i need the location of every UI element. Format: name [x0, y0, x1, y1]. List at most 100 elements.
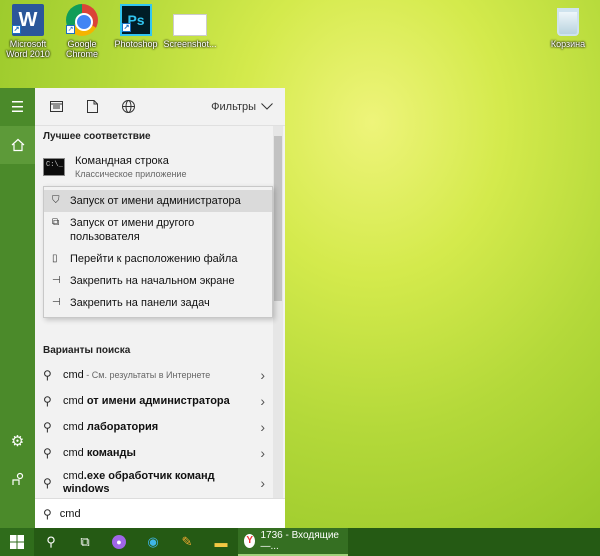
feedback-icon — [11, 472, 23, 485]
desktop-icon-screenshot[interactable]: Screenshot... — [162, 4, 218, 49]
search-icon: ⚲ — [43, 368, 52, 382]
web-filter-button[interactable] — [115, 94, 141, 120]
suggestion-item[interactable]: ⚲ cmd - См. результаты в Интернете › — [35, 362, 273, 388]
taskbar-app-label: 1736 - Входящие —... — [260, 530, 339, 552]
context-item-label: Закрепить на панели задач — [70, 297, 210, 309]
search-icon: ⚲ — [43, 446, 52, 460]
task-view-button[interactable]: ⧉ — [68, 528, 102, 556]
search-toolbar: Фильтры — [35, 88, 285, 126]
search-input[interactable] — [59, 507, 260, 520]
feedback-button[interactable] — [0, 460, 35, 498]
taskbar-app-globe[interactable]: ◉ — [136, 528, 170, 556]
taskbar: ⚲ ⧉ ● ◉ ✎ ▬ Y 1736 - Входящие —... — [0, 528, 600, 556]
taskbar-app-yandex[interactable]: Y 1736 - Входящие —... — [238, 528, 348, 556]
pin-icon: ⊣ — [52, 297, 61, 308]
filters-dropdown[interactable]: Фильтры — [211, 101, 273, 113]
search-icon: ⚲ — [43, 394, 52, 408]
context-run-as-other-user[interactable]: ⧉ Запуск от имени другого пользователя — [44, 212, 272, 248]
pin-icon: ⊣ — [52, 275, 61, 286]
taskbar-app-explorer[interactable]: ▬ — [204, 528, 238, 556]
windows-logo-icon — [10, 535, 24, 549]
desktop-icon-label: Корзина — [550, 39, 586, 49]
gear-icon: ⚙ — [10, 433, 25, 450]
recycle-bin-icon — [557, 8, 579, 36]
shortcut-arrow-icon: ↗ — [12, 25, 21, 34]
search-panel: Фильтры Лучшее соответствие C:\_ Командн… — [35, 88, 285, 528]
browser-icon: ◉ — [147, 534, 159, 549]
desktop-icon-chrome[interactable]: ↗ Google Chrome — [54, 4, 110, 59]
desktop-icon-recycle-bin[interactable]: Корзина — [540, 4, 596, 49]
search-suggestions-heading: Варианты поиска — [43, 345, 131, 356]
globe-icon — [121, 100, 135, 113]
scrollbar[interactable] — [273, 126, 283, 498]
search-icon: ⚲ — [46, 534, 56, 549]
shortcut-arrow-icon: ↗ — [122, 23, 131, 32]
context-item-label: Закрепить на начальном экране — [70, 275, 235, 287]
hamburger-icon: ☰ — [10, 99, 25, 116]
scrollbar-thumb[interactable] — [274, 136, 282, 301]
suggestion-prefix: cmd — [63, 470, 84, 482]
context-item-label: Перейти к расположению файла — [70, 253, 238, 265]
suggestion-item[interactable]: ⚲ cmd лаборатория › — [35, 414, 273, 440]
folder-icon: ▯ — [52, 253, 58, 264]
settings-button[interactable]: ⚙ — [0, 422, 35, 460]
filters-label: Фильтры — [211, 100, 256, 113]
start-button[interactable] — [0, 528, 34, 556]
shortcut-arrow-icon: ↗ — [66, 25, 75, 34]
microphone-icon: ● — [112, 535, 126, 549]
context-run-as-admin[interactable]: ⛉ Запуск от имени администратора — [44, 190, 272, 212]
search-suggestions-list: ⚲ cmd - См. результаты в Интернете › ⚲ c… — [35, 362, 273, 500]
taskbar-search-button[interactable]: ⚲ — [34, 528, 68, 556]
home-button[interactable] — [0, 126, 35, 164]
chevron-right-icon: › — [260, 393, 265, 409]
suggestion-rest: .exe обработчик команд windows — [63, 470, 215, 495]
chevron-right-icon: › — [260, 475, 265, 491]
suggestion-hint: - См. результаты в Интернете — [83, 369, 211, 380]
folder-icon: ▬ — [214, 534, 228, 550]
desktop-icon-photoshop[interactable]: Ps ↗ Photoshop — [108, 4, 164, 49]
search-icon: ⚲ — [43, 506, 52, 521]
rail-bottom-group: ⚙ — [0, 422, 35, 498]
shield-icon: ⛉ — [52, 195, 60, 206]
image-file-icon — [173, 14, 207, 36]
desktop-icon-word[interactable]: W ↗ Microsoft Word 2010 — [0, 4, 56, 59]
suggestion-prefix: cmd — [63, 446, 84, 459]
suggestion-rest: лаборатория — [83, 420, 159, 433]
best-match-subtitle: Классическое приложение — [75, 169, 187, 179]
suggestion-item[interactable]: ⚲ cmd.exe обработчик команд windows › — [35, 466, 273, 500]
context-pin-to-taskbar[interactable]: ⊣ Закрепить на панели задач — [44, 292, 272, 314]
chevron-right-icon: › — [260, 445, 265, 461]
apps-filter-button[interactable] — [43, 94, 69, 120]
start-rail: ☰ ⚙ — [0, 88, 35, 528]
best-match-name: Командная строка — [75, 155, 169, 167]
window-icon — [49, 101, 63, 112]
word-icon: W ↗ — [12, 4, 44, 36]
suggestion-rest: команды — [83, 446, 136, 459]
best-match-heading: Лучшее соответствие — [43, 131, 151, 142]
chevron-down-icon — [261, 103, 273, 110]
context-pin-to-start[interactable]: ⊣ Закрепить на начальном экране — [44, 270, 272, 292]
desktop-icon-label: Google Chrome — [65, 39, 98, 59]
chrome-icon: ↗ — [66, 4, 98, 36]
home-icon — [11, 138, 24, 152]
context-open-file-location[interactable]: ▯ Перейти к расположению файла — [44, 248, 272, 270]
documents-filter-button[interactable] — [79, 94, 105, 120]
suggestion-prefix: cmd — [63, 420, 84, 433]
search-icon: ⚲ — [43, 420, 52, 434]
desktop-icon-label: Microsoft Word 2010 — [6, 39, 50, 59]
search-box[interactable]: ⚲ — [35, 498, 285, 528]
hamburger-menu-button[interactable]: ☰ — [0, 88, 35, 126]
cortana-button[interactable]: ● — [102, 528, 136, 556]
best-match-item[interactable]: C:\_ Командная строка Классическое прило… — [35, 148, 285, 186]
desktop-icon-label: Photoshop — [114, 39, 158, 49]
suggestion-item[interactable]: ⚲ cmd команды › — [35, 440, 273, 466]
desktop-icon-label: Screenshot... — [163, 39, 217, 49]
suggestion-prefix: cmd — [63, 394, 84, 407]
suggestion-item[interactable]: ⚲ cmd от имени администратора › — [35, 388, 273, 414]
task-view-icon: ⧉ — [80, 534, 90, 549]
suggestion-prefix: cmd — [63, 368, 84, 381]
yandex-browser-icon: Y — [244, 534, 256, 548]
taskbar-app-paint[interactable]: ✎ — [170, 528, 204, 556]
command-prompt-icon: C:\_ — [43, 158, 65, 176]
user-icon: ⧉ — [52, 217, 60, 228]
